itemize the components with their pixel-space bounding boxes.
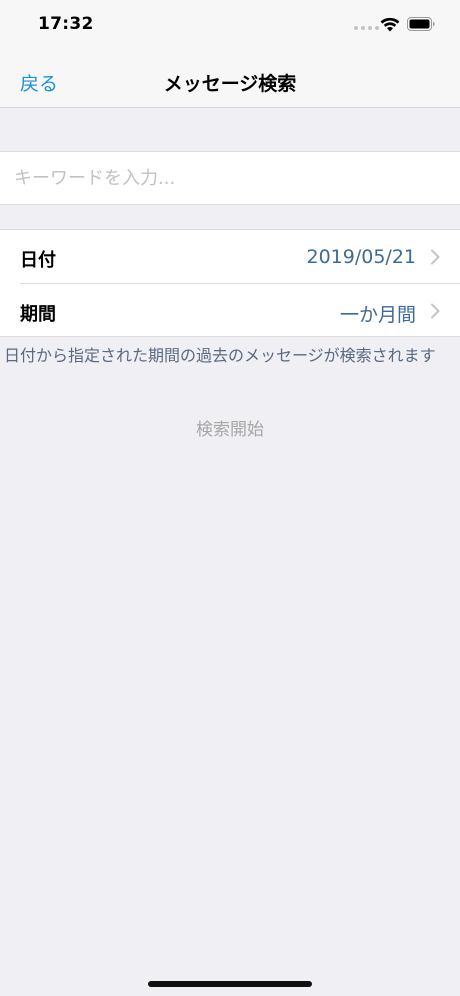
wifi-icon [380,17,400,32]
date-row[interactable]: 日付 2019/05/21 [0,230,460,284]
status-bar: 17:32 [0,0,460,50]
period-value: 一か月間 [339,304,416,326]
battery-icon [407,17,435,31]
period-row[interactable]: 期間 一か月間 [0,284,460,337]
period-label: 期間 [20,304,56,325]
search-settings-group: 日付 2019/05/21 期間 一か月間 [0,229,460,337]
home-indicator [148,981,312,987]
date-label: 日付 [20,250,56,271]
search-start-button[interactable]: 検索開始 [0,415,460,440]
navigation-bar: 戻る メッセージ検索 [0,50,460,108]
chevron-right-icon [431,303,440,319]
date-value: 2019/05/21 [306,246,416,268]
search-field-container [0,151,460,205]
chevron-right-icon [431,249,440,265]
page-title: メッセージ検索 [163,73,297,95]
signal-dots-icon [354,26,379,30]
search-description: 日付から指定された期間の過去のメッセージが検索されます [4,346,436,365]
keyword-search-input[interactable] [14,152,444,204]
status-time: 17:32 [38,14,94,34]
